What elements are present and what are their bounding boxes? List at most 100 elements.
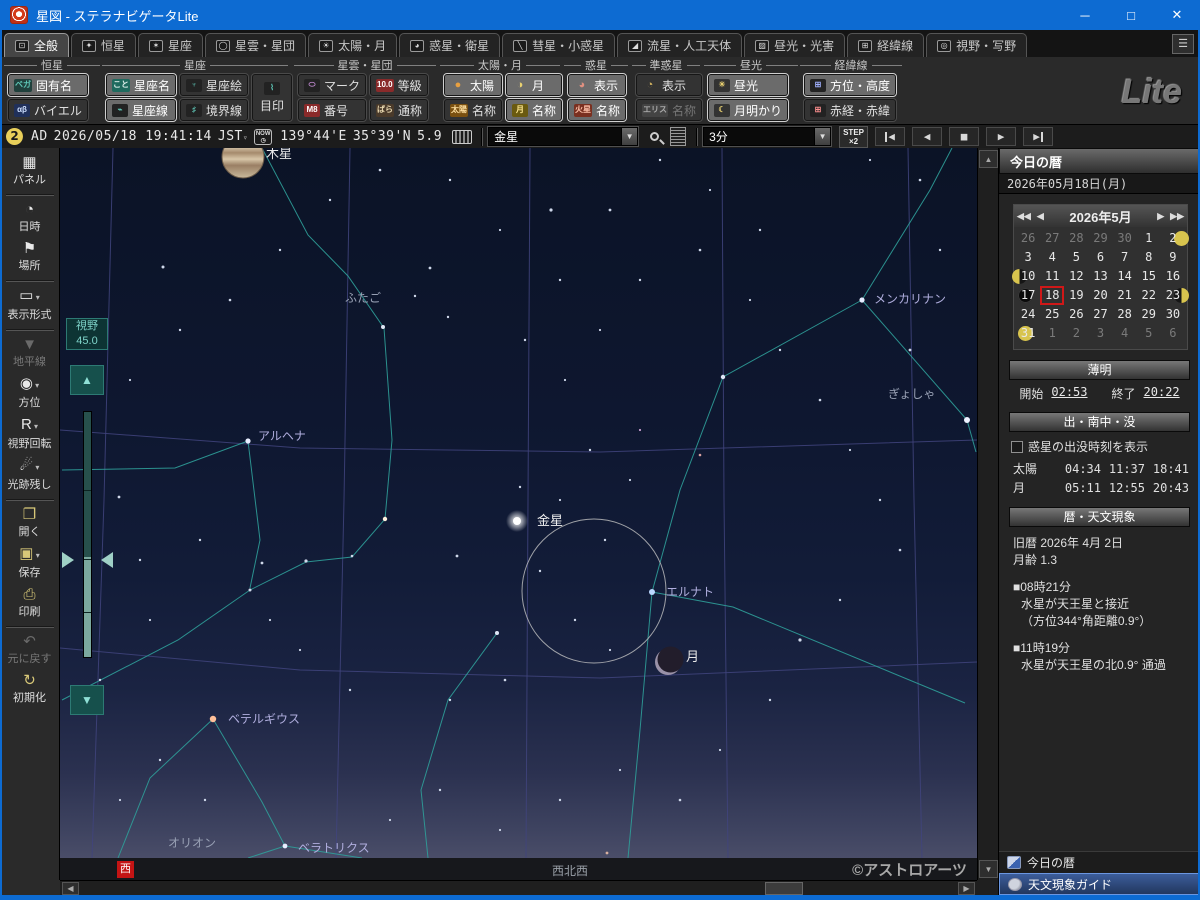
zoom-in-button[interactable]: ▲ xyxy=(70,365,104,395)
sidebar-item-保存[interactable]: ▣ ▾保存 xyxy=(2,543,58,584)
ribbon-button-番号[interactable]: M8番号 xyxy=(298,99,366,121)
stop-button[interactable]: ■ xyxy=(949,127,979,146)
calendar-day-31[interactable]: 31 xyxy=(1016,324,1040,343)
sidebar-item-場所[interactable]: ⚑場所 xyxy=(2,238,58,277)
calendar-day-10[interactable]: 10 xyxy=(1016,267,1040,286)
timezone-field[interactable]: JST▿ xyxy=(218,129,248,144)
calendar-day-18[interactable]: 18 xyxy=(1040,286,1064,305)
calendar-day-16[interactable]: 16 xyxy=(1161,267,1185,286)
keyboard-icon[interactable] xyxy=(452,130,472,144)
tab-星雲・星団[interactable]: ◯星雲・星団 xyxy=(205,33,306,57)
twilight-start-time[interactable]: 02:53 xyxy=(1051,385,1087,402)
ribbon-button-表示[interactable]: ◕表示 xyxy=(568,74,626,96)
sidebar-item-印刷[interactable]: ⎙印刷 xyxy=(2,584,58,623)
maximize-button[interactable]: □ xyxy=(1108,0,1154,30)
calendar-day-9[interactable]: 9 xyxy=(1161,248,1185,267)
sidebar-item-パネル[interactable]: ▦パネル xyxy=(2,152,58,191)
sidebar-item-初期化[interactable]: ↻初期化 xyxy=(2,670,58,709)
ribbon-button-表示[interactable]: ◔表示 xyxy=(636,74,702,96)
vertical-scrollbar[interactable]: ▲ ▼ xyxy=(977,148,998,880)
calendar-day-7[interactable]: 7 xyxy=(1113,248,1137,267)
ribbon-button-通称[interactable]: ばら通称 xyxy=(370,99,428,121)
tab-太陽・月[interactable]: ☀太陽・月 xyxy=(308,33,397,57)
moon-phase-icon[interactable]: 2 xyxy=(6,128,23,145)
ribbon-button-昼光[interactable]: ☀昼光 xyxy=(708,74,788,96)
ribbon-button-名称[interactable]: 火星名称 xyxy=(568,99,626,121)
calendar-day-29[interactable]: 29 xyxy=(1137,305,1161,324)
sidebar-item-開く[interactable]: ❐開く xyxy=(2,504,58,543)
ribbon-button-方位・高度[interactable]: ⊞方位・高度 xyxy=(804,74,896,96)
go-last-button[interactable]: ▶ xyxy=(1023,127,1053,146)
next-month-button[interactable]: ▶ xyxy=(1154,211,1167,222)
longitude-field[interactable]: 139°44'E xyxy=(280,129,347,144)
ribbon-button-マーク[interactable]: ⬭マーク xyxy=(298,74,366,96)
ribbon-button-星座名[interactable]: こと星座名 xyxy=(106,74,176,96)
calendar-day-6[interactable]: 6 xyxy=(1161,324,1185,343)
calendar-day-30[interactable]: 30 xyxy=(1161,305,1185,324)
zoom-slider-handle-left[interactable] xyxy=(62,552,74,568)
calendar-day-15[interactable]: 15 xyxy=(1137,267,1161,286)
panel-item-天文現象ガイド[interactable]: 天文現象ガイド xyxy=(999,873,1200,895)
scroll-left-button[interactable]: ◀ xyxy=(62,882,79,895)
now-clock-icon[interactable]: NOW◷ xyxy=(254,129,272,145)
sky-chart[interactable]: 木星ふたごメンカリナンぎょしゃアルヘナ金星エルナト月ベテルギウスオリオンベラトリ… xyxy=(60,148,977,858)
prev-year-button[interactable]: ◀◀ xyxy=(1014,211,1034,222)
tab-星座[interactable]: ✶星座 xyxy=(138,33,203,57)
tab-昼光・光害[interactable]: ▨昼光・光害 xyxy=(744,33,845,57)
twilight-end-time[interactable]: 20:22 xyxy=(1144,385,1180,402)
scroll-up-button[interactable]: ▲ xyxy=(979,150,998,168)
ribbon-button-名称[interactable]: エリス名称 xyxy=(636,99,702,121)
ribbon-button-太陽[interactable]: ●太陽 xyxy=(444,74,502,96)
calendar-day-5[interactable]: 5 xyxy=(1064,248,1088,267)
close-button[interactable]: ✕ xyxy=(1154,0,1200,30)
calendar-day-2[interactable]: 2 xyxy=(1161,229,1185,248)
ribbon-button-名称[interactable]: 月名称 xyxy=(506,99,562,121)
horizontal-scrollbar[interactable]: ◀ ▶ xyxy=(60,880,977,895)
scroll-right-button[interactable]: ▶ xyxy=(958,882,975,895)
calendar-day-27[interactable]: 27 xyxy=(1040,229,1064,248)
calendar-day-21[interactable]: 21 xyxy=(1113,286,1137,305)
calendar-day-5[interactable]: 5 xyxy=(1137,324,1161,343)
next-year-button[interactable]: ▶▶ xyxy=(1167,211,1187,222)
scroll-down-button[interactable]: ▼ xyxy=(979,860,998,878)
object-list-icon[interactable] xyxy=(670,127,686,146)
zoom-slider-track[interactable] xyxy=(83,411,92,658)
tab-惑星・衛星[interactable]: ◕惑星・衛星 xyxy=(399,33,500,57)
sidebar-item-方位[interactable]: ◉ ▾方位 xyxy=(2,373,58,414)
ribbon-button-月[interactable]: ◑月 xyxy=(506,74,562,96)
tab-経緯線[interactable]: ⊞経緯線 xyxy=(847,33,924,57)
calendar-day-1[interactable]: 1 xyxy=(1040,324,1064,343)
sidebar-item-光跡残し[interactable]: ☄ ▾光跡残し xyxy=(2,455,58,496)
calendar-day-4[interactable]: 4 xyxy=(1040,248,1064,267)
calendar-day-1[interactable]: 1 xyxy=(1137,229,1161,248)
calendar-day-28[interactable]: 28 xyxy=(1064,229,1088,248)
calendar-day-3[interactable]: 3 xyxy=(1016,248,1040,267)
calendar-day-2[interactable]: 2 xyxy=(1064,324,1088,343)
target-combobox[interactable]: 金星▼ xyxy=(488,127,638,146)
tab-流星・人工天体[interactable]: ◢流星・人工天体 xyxy=(617,33,742,57)
ribbon-button-固有名[interactable]: ベガ固有名 xyxy=(8,74,88,96)
calendar-day-25[interactable]: 25 xyxy=(1040,305,1064,324)
scrollbar-thumb[interactable] xyxy=(765,882,803,895)
tab-彗星・小惑星[interactable]: ╲彗星・小惑星 xyxy=(502,33,615,57)
ribbon-button-バイエル[interactable]: αβバイエル xyxy=(8,99,88,121)
calendar-day-20[interactable]: 20 xyxy=(1088,286,1112,305)
calendar-day-22[interactable]: 22 xyxy=(1137,286,1161,305)
tab-視野・写野[interactable]: ◎視野・写野 xyxy=(926,33,1027,57)
magnitude-field[interactable]: 5.9 xyxy=(417,129,442,144)
ribbon-button-目印[interactable]: ⌇目印 xyxy=(252,74,292,121)
tab-全般[interactable]: ⊡全般 xyxy=(4,33,69,57)
calendar-day-26[interactable]: 26 xyxy=(1064,305,1088,324)
calendar-day-13[interactable]: 13 xyxy=(1088,267,1112,286)
datetime-field[interactable]: 2026/05/18 19:41:14 xyxy=(54,129,212,144)
calendar-day-19[interactable]: 19 xyxy=(1064,286,1088,305)
zoom-out-button[interactable]: ▼ xyxy=(70,685,104,715)
zoom-slider-handle-right[interactable] xyxy=(101,552,113,568)
checkbox-icon[interactable] xyxy=(1011,441,1023,453)
minimize-button[interactable]: ─ xyxy=(1062,0,1108,30)
ribbon-button-星座絵[interactable]: ♆星座絵 xyxy=(180,74,248,96)
step-x2-button[interactable]: STEP×2 xyxy=(839,126,868,148)
calendar-day-24[interactable]: 24 xyxy=(1016,305,1040,324)
show-planet-times-checkbox[interactable]: 惑星の出没時刻を表示 xyxy=(1011,438,1200,455)
interval-combobox[interactable]: 3分▼ xyxy=(703,127,831,146)
